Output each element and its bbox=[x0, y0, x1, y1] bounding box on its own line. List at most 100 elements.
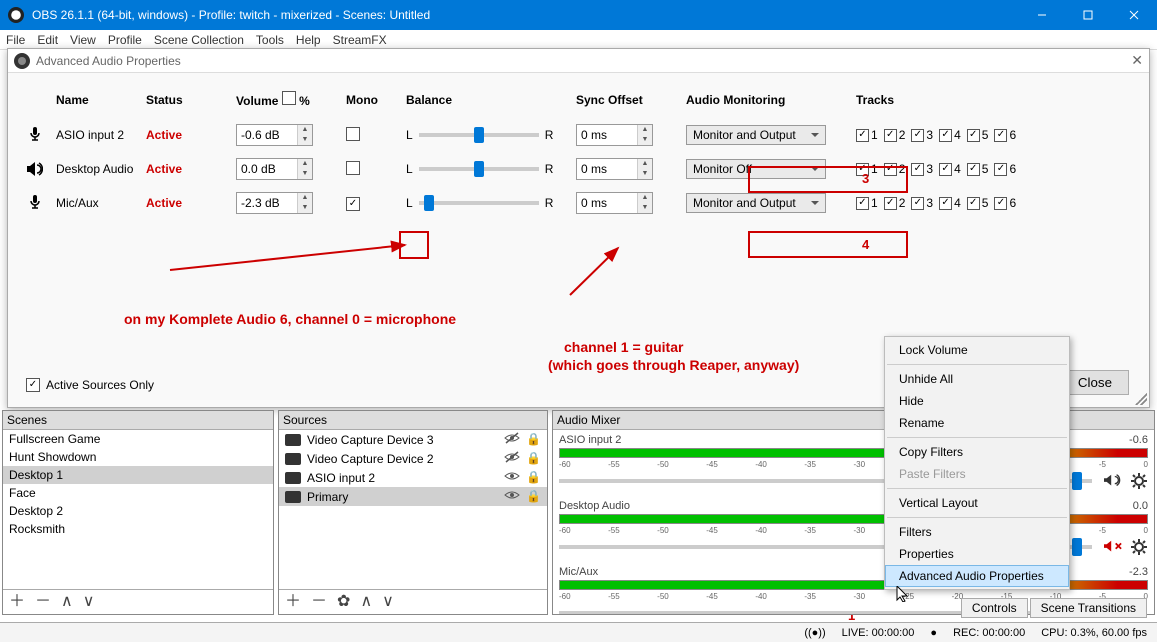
balance-slider[interactable]: LR bbox=[406, 162, 564, 176]
resize-grip[interactable] bbox=[1135, 393, 1147, 405]
track-2-checkbox[interactable] bbox=[884, 129, 897, 142]
mixer-settings-button[interactable] bbox=[1130, 472, 1148, 490]
balance-slider[interactable]: LR bbox=[406, 196, 564, 210]
visibility-icon[interactable] bbox=[504, 432, 520, 447]
volume-input[interactable]: ▲▼ bbox=[236, 192, 313, 214]
active-sources-checkbox[interactable] bbox=[26, 378, 40, 392]
scene-item[interactable]: Fullscreen Game bbox=[3, 430, 273, 448]
menu-streamfx[interactable]: StreamFX bbox=[333, 33, 387, 47]
track-6-checkbox[interactable] bbox=[994, 129, 1007, 142]
balance-slider[interactable]: LR bbox=[406, 128, 564, 142]
menu-file[interactable]: File bbox=[6, 33, 25, 47]
mute-button[interactable] bbox=[1104, 472, 1122, 490]
dialog-close-btn[interactable]: Close bbox=[1061, 370, 1129, 395]
visibility-icon[interactable] bbox=[504, 470, 520, 485]
scene-down-button[interactable]: ∨ bbox=[83, 594, 95, 610]
ctx-vertical-layout[interactable]: Vertical Layout bbox=[885, 492, 1069, 514]
add-source-button[interactable]: ＋ bbox=[285, 594, 301, 610]
menu-view[interactable]: View bbox=[70, 33, 96, 47]
visibility-icon[interactable] bbox=[504, 489, 520, 504]
source-type-icon bbox=[285, 491, 301, 503]
lock-icon[interactable]: 🔒 bbox=[526, 470, 541, 485]
status-bar: ((●)) LIVE: 00:00:00 ● REC: 00:00:00 CPU… bbox=[0, 622, 1157, 642]
track-5-checkbox[interactable] bbox=[967, 197, 980, 210]
speaker-icon bbox=[26, 160, 44, 178]
sync-offset-input[interactable]: ▲▼ bbox=[576, 124, 653, 146]
close-button[interactable] bbox=[1111, 0, 1157, 30]
controls-tab[interactable]: Controls bbox=[961, 598, 1028, 618]
ctx-unhide-all[interactable]: Unhide All bbox=[885, 368, 1069, 390]
source-item[interactable]: Video Capture Device 2🔒 bbox=[279, 449, 547, 468]
lock-icon[interactable]: 🔒 bbox=[526, 432, 541, 447]
mono-checkbox[interactable] bbox=[346, 197, 360, 211]
ctx-filters[interactable]: Filters bbox=[885, 521, 1069, 543]
audio-monitoring-select[interactable]: Monitor and Output bbox=[686, 193, 826, 213]
ctx-properties[interactable]: Properties bbox=[885, 543, 1069, 565]
menu-help[interactable]: Help bbox=[296, 33, 321, 47]
sources-title: Sources bbox=[279, 411, 547, 430]
lock-icon[interactable]: 🔒 bbox=[526, 451, 541, 466]
source-settings-button[interactable]: ✿ bbox=[337, 594, 350, 610]
source-down-button[interactable]: ∨ bbox=[382, 594, 394, 610]
track-5-checkbox[interactable] bbox=[967, 129, 980, 142]
maximize-button[interactable] bbox=[1065, 0, 1111, 30]
scene-item[interactable]: Face bbox=[3, 484, 273, 502]
source-item[interactable]: ASIO input 2🔒 bbox=[279, 468, 547, 487]
mute-button[interactable] bbox=[1104, 538, 1122, 556]
track-1-checkbox[interactable] bbox=[856, 129, 869, 142]
track-3-checkbox[interactable] bbox=[911, 129, 924, 142]
minimize-button[interactable] bbox=[1019, 0, 1065, 30]
source-type-icon bbox=[285, 472, 301, 484]
audio-monitoring-select[interactable]: Monitor Off bbox=[686, 159, 826, 179]
track-1-checkbox[interactable] bbox=[856, 197, 869, 210]
mono-checkbox[interactable] bbox=[346, 127, 360, 141]
source-item[interactable]: Primary🔒 bbox=[279, 487, 547, 506]
sync-offset-input[interactable]: ▲▼ bbox=[576, 158, 653, 180]
mono-checkbox[interactable] bbox=[346, 161, 360, 175]
scene-item[interactable]: Rocksmith bbox=[3, 520, 273, 538]
scene-item[interactable]: Desktop 1 bbox=[3, 466, 273, 484]
source-up-button[interactable]: ∧ bbox=[360, 594, 372, 610]
menu-profile[interactable]: Profile bbox=[108, 33, 142, 47]
source-name: Mic/Aux bbox=[50, 186, 140, 220]
scene-item[interactable]: Hunt Showdown bbox=[3, 448, 273, 466]
ctx-hide[interactable]: Hide bbox=[885, 390, 1069, 412]
lock-icon[interactable]: 🔒 bbox=[526, 489, 541, 504]
source-item[interactable]: Video Capture Device 3🔒 bbox=[279, 430, 547, 449]
track-1-checkbox[interactable] bbox=[856, 163, 869, 176]
track-2-checkbox[interactable] bbox=[884, 163, 897, 176]
volume-input[interactable]: ▲▼ bbox=[236, 158, 313, 180]
track-2-checkbox[interactable] bbox=[884, 197, 897, 210]
sync-offset-input[interactable]: ▲▼ bbox=[576, 192, 653, 214]
remove-scene-button[interactable]: － bbox=[35, 594, 51, 610]
col-status: Status bbox=[140, 87, 230, 118]
track-6-checkbox[interactable] bbox=[994, 197, 1007, 210]
scene-transitions-tab[interactable]: Scene Transitions bbox=[1030, 598, 1147, 618]
volume-pct-toggle[interactable] bbox=[282, 91, 296, 105]
track-4-checkbox[interactable] bbox=[939, 129, 952, 142]
volume-input[interactable]: ▲▼ bbox=[236, 124, 313, 146]
add-scene-button[interactable]: ＋ bbox=[9, 594, 25, 610]
track-3-checkbox[interactable] bbox=[911, 163, 924, 176]
ctx-rename[interactable]: Rename bbox=[885, 412, 1069, 434]
menu-edit[interactable]: Edit bbox=[37, 33, 58, 47]
ctx-advanced-audio-properties[interactable]: Advanced Audio Properties bbox=[885, 565, 1069, 587]
scene-up-button[interactable]: ∧ bbox=[61, 594, 73, 610]
menu-scene-collection[interactable]: Scene Collection bbox=[154, 33, 244, 47]
track-4-checkbox[interactable] bbox=[939, 197, 952, 210]
menu-tools[interactable]: Tools bbox=[256, 33, 284, 47]
track-3-checkbox[interactable] bbox=[911, 197, 924, 210]
audio-monitoring-select[interactable]: Monitor and Output bbox=[686, 125, 826, 145]
menu-bar[interactable]: File Edit View Profile Scene Collection … bbox=[0, 30, 1157, 50]
mixer-settings-button[interactable] bbox=[1130, 538, 1148, 556]
scene-item[interactable]: Desktop 2 bbox=[3, 502, 273, 520]
remove-source-button[interactable]: － bbox=[311, 594, 327, 610]
scenes-panel: Scenes Fullscreen GameHunt ShowdownDeskt… bbox=[2, 410, 274, 615]
track-4-checkbox[interactable] bbox=[939, 163, 952, 176]
track-6-checkbox[interactable] bbox=[994, 163, 1007, 176]
ctx-copy-filters[interactable]: Copy Filters bbox=[885, 441, 1069, 463]
visibility-icon[interactable] bbox=[504, 451, 520, 466]
track-5-checkbox[interactable] bbox=[967, 163, 980, 176]
ctx-lock-volume[interactable]: Lock Volume bbox=[885, 339, 1069, 361]
dialog-close-button[interactable]: ✕ bbox=[1131, 52, 1143, 69]
